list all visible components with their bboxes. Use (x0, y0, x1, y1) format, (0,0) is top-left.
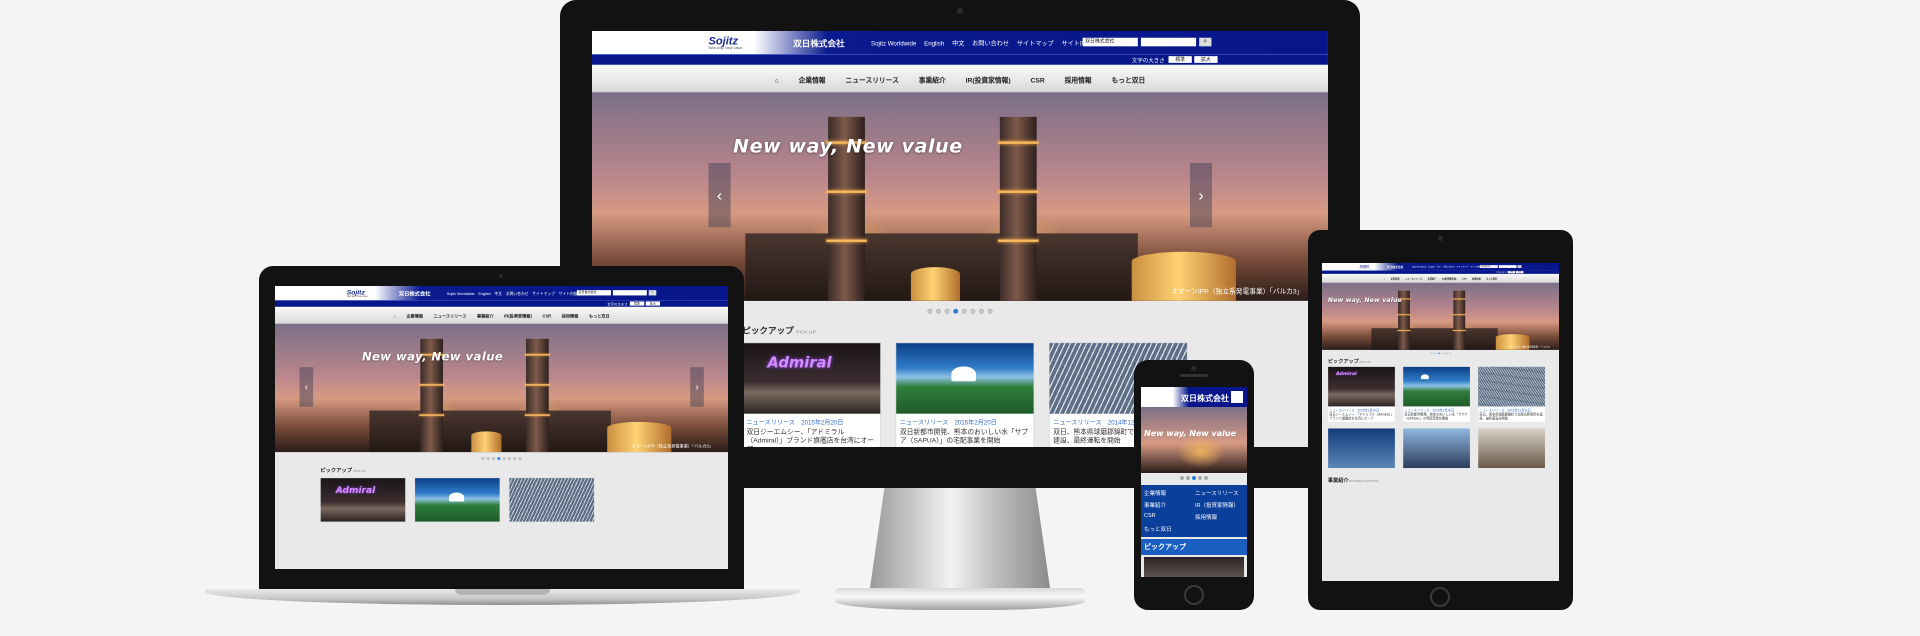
hero-tagline: New way, New value (733, 135, 963, 158)
phone-screen: 双日株式会社 New way, New value 企業情報 ニュースリリース … (1141, 387, 1247, 577)
card-text: 双日新都市開発、熊本のおいしい水「サプア（SAPUA）」の宅配事業を開始 (899, 428, 1029, 445)
mobile-nav-item[interactable]: IR（投資家情報） (1195, 501, 1244, 509)
font-size-label: 文字の大きさ (1131, 57, 1165, 64)
slider-dot[interactable] (970, 308, 976, 314)
slider-dot[interactable] (961, 308, 967, 314)
search-icon[interactable]: ⌕ (1199, 37, 1212, 47)
smartphone: 双日株式会社 New way, New value 企業情報 ニュースリリース … (1134, 360, 1254, 610)
nav-item[interactable]: 事業紹介 (919, 75, 946, 85)
slider-dot[interactable] (987, 308, 993, 314)
mountain-sky-image (896, 343, 1034, 414)
nav-item[interactable]: CSR (1031, 77, 1045, 84)
card-meta: ニュースリリース 2015年2月20日 (899, 419, 997, 427)
hero-caption: オマーンIPP（独立系発電事業）「バルカ3」 (1171, 287, 1304, 296)
monitor-neck (870, 488, 1050, 588)
tablet: Sojitz New way, New value 双日株式会社 Sojitz W… (1308, 230, 1573, 610)
link-chinese[interactable]: 中文 (952, 41, 964, 48)
mobile-nav-item[interactable]: CSR (1144, 513, 1193, 521)
slider-dot[interactable] (978, 308, 984, 314)
sub-header: 文字の大きさ 標準 拡大 (592, 54, 1328, 65)
mobile-nav: 企業情報 ニュースリリース 事業紹介 IR（投資家情報） CSR 採用情報 もっ… (1141, 485, 1247, 537)
nav-item[interactable]: 採用情報 (1065, 75, 1092, 85)
mobile-nav-item[interactable]: ニュースリリース (1195, 489, 1244, 497)
mobile-pickup-image (1144, 557, 1244, 577)
laptop-notch (455, 589, 550, 595)
pickup-title: ピックアップ PICK UP (742, 325, 816, 336)
mobile-slider-dots (1141, 473, 1247, 485)
pickup-card[interactable]: ニュースリリース 2015年2月20日 双日新都市開発、熊本のおいしい水「サプア… (895, 342, 1035, 447)
link-sitemap[interactable]: サイトマップ (1017, 41, 1054, 48)
slider-dot[interactable] (927, 308, 933, 314)
home-button[interactable] (1184, 585, 1204, 605)
website: Sojitz New way, New value 双日株式会社 Sojitz W… (1322, 263, 1559, 484)
camera-icon (1191, 366, 1196, 371)
utility-links: Sojitz Worldwide English 中文 お問い合わせ サイトマッ… (871, 38, 1104, 48)
website: Sojitz New way, New value 双日株式会社 Sojitz W… (275, 286, 728, 522)
link-contact[interactable]: お問い合わせ (972, 41, 1009, 48)
nav-item[interactable]: IR(投資家情報) (966, 75, 1011, 85)
tablet-screen: Sojitz New way, New value 双日株式会社 Sojitz W… (1322, 263, 1559, 581)
nav-item[interactable]: もっと双日 (1112, 75, 1146, 85)
mobile-nav-item[interactable]: 企業情報 (1144, 489, 1193, 497)
slider-prev-button[interactable]: ‹ (708, 162, 731, 228)
slider-dot[interactable] (944, 308, 950, 314)
corp-name: 双日株式会社 (793, 38, 845, 49)
slider-next-button[interactable]: › (1189, 162, 1213, 228)
slider-dot-active[interactable] (953, 308, 959, 314)
site-select[interactable]: 双日株式会社 (1082, 37, 1138, 47)
mobile-nav-item[interactable]: もっと双日 (1144, 525, 1193, 533)
search-input[interactable] (1140, 37, 1197, 47)
mobile-hero: New way, New value (1141, 407, 1247, 473)
mobile-hero-tagline: New way, New value (1144, 429, 1237, 438)
laptop: Sojitz New way, New value 双日株式会社 Sojitz W… (205, 266, 800, 611)
logo-mark: Sojitz (708, 34, 738, 47)
font-size-normal-button[interactable]: 標準 (1168, 56, 1192, 63)
link-worldwide[interactable]: Sojitz Worldwide (871, 41, 916, 48)
camera-icon (957, 8, 963, 14)
menu-icon[interactable] (1231, 391, 1243, 403)
mobile-nav-item[interactable]: 採用情報 (1195, 513, 1244, 521)
home-button[interactable] (1430, 587, 1450, 607)
mobile-header: 双日株式会社 (1141, 387, 1247, 407)
sojitz-logo[interactable]: Sojitz New way, New value (709, 35, 764, 51)
tablet-section-title: 事業紹介BUSINESS ACTIVITIES (1327, 477, 1379, 484)
laptop-screen: Sojitz New way, New value 双日株式会社 Sojitz W… (275, 286, 728, 569)
tank (910, 267, 960, 301)
site-header: Sojitz New way, New value 双日株式会社 Sojitz … (592, 31, 1328, 55)
mobile-pickup-title: ピックアップ (1141, 539, 1247, 555)
mobile-header-title: 双日株式会社 (1181, 394, 1229, 403)
nav-item[interactable]: ニュースリリース (846, 75, 899, 85)
phone-speaker (1180, 374, 1208, 377)
chimney (998, 116, 1039, 301)
camera-icon (1438, 236, 1443, 241)
monitor-base (835, 588, 1085, 610)
slider-dot[interactable] (936, 308, 941, 314)
mobile-nav-item[interactable]: 事業紹介 (1144, 501, 1193, 509)
home-icon[interactable]: ⌂ (775, 77, 779, 84)
link-english[interactable]: English (924, 41, 944, 48)
global-nav: ⌂ 企業情報 ニュースリリース 事業紹介 IR(投資家情報) CSR 採用情報 … (592, 64, 1328, 93)
font-size-large-button[interactable]: 拡大 (1194, 56, 1218, 63)
nav-item[interactable]: 企業情報 (799, 75, 826, 85)
camera-icon (499, 274, 503, 278)
logo-tagline: New way, New value (708, 46, 743, 51)
mobile-site: 双日株式会社 New way, New value 企業情報 ニュースリリース … (1141, 387, 1247, 577)
